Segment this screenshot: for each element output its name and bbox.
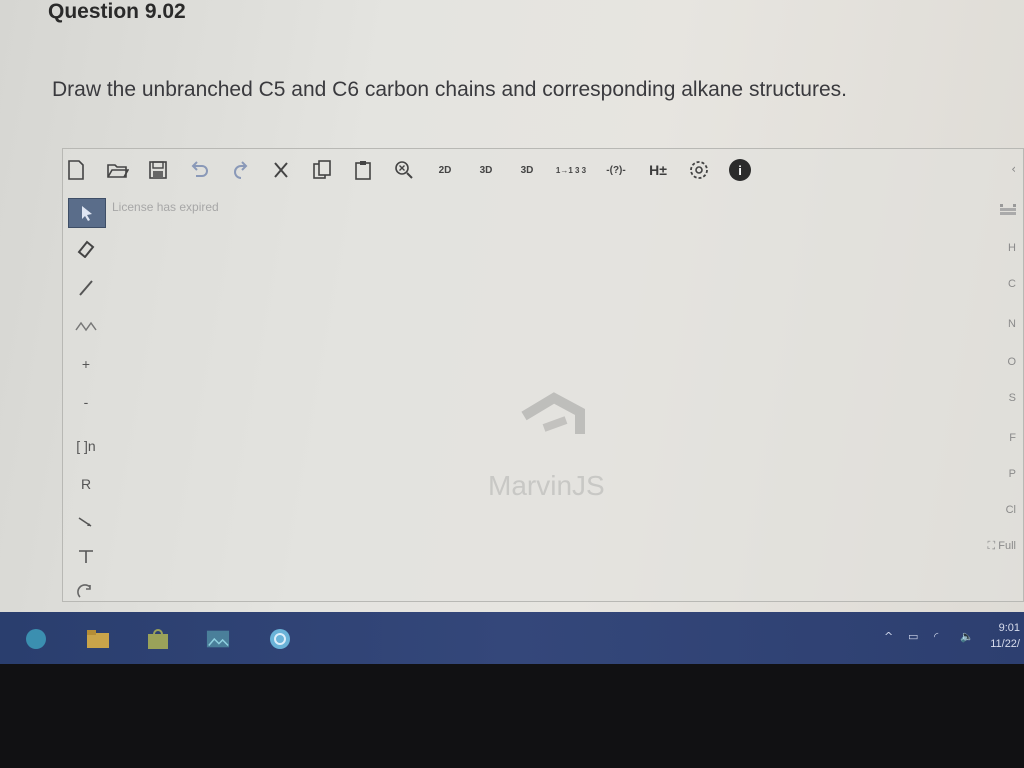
element-p[interactable]: P	[1009, 468, 1016, 480]
copy-icon[interactable]	[308, 156, 336, 184]
start-icon[interactable]	[24, 627, 48, 651]
chain-tool-icon[interactable]	[68, 310, 104, 338]
rotate-tool-icon[interactable]	[68, 578, 104, 606]
element-h[interactable]: H	[1008, 242, 1016, 254]
eraser-tool-icon[interactable]	[68, 234, 104, 262]
volume-icon[interactable]: 🔈	[960, 630, 974, 643]
marvin-editor	[62, 148, 1024, 602]
open-icon[interactable]	[103, 156, 131, 184]
battery-icon[interactable]: ▭	[908, 630, 918, 643]
element-f[interactable]: F	[1009, 432, 1016, 444]
left-toolbar: + - [ ]n R	[62, 192, 110, 602]
element-c[interactable]: C	[1008, 278, 1016, 290]
license-notice: License has expired	[112, 200, 219, 214]
clock-date: 11/22/	[990, 638, 1020, 650]
laptop-bezel	[0, 664, 1024, 768]
periodic-table-icon[interactable]	[1000, 204, 1016, 219]
hydrogen-toggle-icon[interactable]: H±	[644, 156, 672, 184]
clock[interactable]: 9:01 11/22/	[990, 620, 1020, 652]
text-tool-icon[interactable]	[68, 542, 104, 570]
atom-map-icon[interactable]: 1→1 3 3	[554, 156, 588, 184]
bracket-tool-icon[interactable]: [ ]n	[68, 432, 104, 460]
select-tool-icon[interactable]	[68, 198, 106, 228]
element-palette: H C N O S F P Cl ⛶ Full	[978, 192, 1024, 592]
undo-icon[interactable]	[185, 156, 213, 184]
fullscreen-icon: ⛶	[987, 540, 996, 552]
r-group-tool-icon[interactable]: R	[68, 470, 104, 498]
fullscreen-button[interactable]: ⛶ Full	[988, 540, 1017, 553]
info-button[interactable]: i	[726, 156, 754, 184]
redo-icon[interactable]	[226, 156, 254, 184]
info-icon: i	[729, 159, 751, 181]
settings-icon[interactable]	[685, 156, 713, 184]
browser-content: Question 9.02 Draw the unbranched C5 and…	[0, 0, 1024, 612]
store-icon[interactable]	[146, 627, 170, 651]
screen-photo: Question 9.02 Draw the unbranched C5 and…	[0, 0, 1024, 768]
paste-icon[interactable]	[349, 156, 377, 184]
editor-toolbar: 2D 3D 3D 1→1 3 3 -(?)- H± i ‹	[62, 150, 1022, 190]
photos-icon[interactable]	[206, 627, 230, 651]
question-title: Question 9.02	[48, 0, 186, 23]
element-s[interactable]: S	[1009, 392, 1016, 404]
view-3d-icon[interactable]: 3D	[513, 156, 541, 184]
clock-time: 9:01	[998, 622, 1020, 634]
wifi-icon[interactable]: ◜	[934, 630, 938, 643]
reaction-map-icon[interactable]: -(?)-	[601, 156, 631, 184]
system-tray: ^ ▭ ◜ 🔈 9:01 11/22/	[864, 612, 1024, 664]
fullscreen-label: Full	[998, 540, 1016, 552]
new-document-icon[interactable]	[62, 156, 90, 184]
windows-taskbar: ^ ▭ ◜ 🔈 9:01 11/22/	[0, 612, 1024, 664]
charge-plus-tool-icon[interactable]: +	[68, 350, 104, 378]
watermark-text: MarvinJS	[488, 470, 605, 501]
reaction-arrow-tool-icon[interactable]	[68, 508, 104, 536]
cut-icon[interactable]	[267, 156, 295, 184]
file-explorer-icon[interactable]	[86, 627, 110, 651]
save-icon[interactable]	[144, 156, 172, 184]
charge-minus-tool-icon[interactable]: -	[68, 388, 104, 416]
marvin-logo-icon	[521, 392, 585, 434]
edge-icon[interactable]	[268, 627, 292, 651]
toolbar-scroll-icon[interactable]: ‹	[1011, 162, 1016, 176]
clean-2d-icon[interactable]: 2D	[431, 156, 459, 184]
element-n[interactable]: N	[1008, 318, 1016, 330]
element-cl[interactable]: Cl	[1006, 504, 1016, 516]
clean-3d-icon[interactable]: 3D	[472, 156, 500, 184]
chevron-up-icon[interactable]: ^	[884, 630, 893, 643]
question-prompt: Draw the unbranched C5 and C6 carbon cha…	[52, 78, 847, 101]
single-bond-tool-icon[interactable]	[68, 274, 104, 302]
element-o[interactable]: O	[1007, 356, 1016, 368]
zoom-icon[interactable]	[390, 156, 418, 184]
